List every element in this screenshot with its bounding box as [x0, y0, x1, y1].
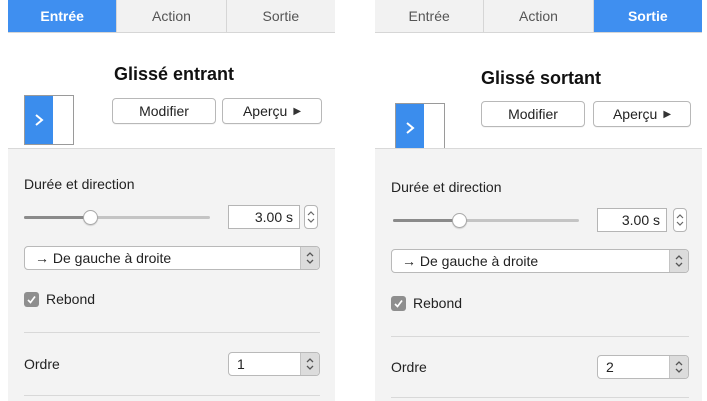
- checkmark-icon: [27, 295, 36, 304]
- direction-select[interactable]: → De gauche à droite: [391, 249, 689, 273]
- slide-effect-icon: [395, 103, 445, 153]
- order-select-value: 2: [606, 359, 614, 375]
- order-select[interactable]: 2: [597, 355, 689, 379]
- preview-button-label: Aperçu: [612, 106, 658, 122]
- modify-button[interactable]: Modifier: [112, 98, 216, 124]
- order-select-value: 1: [237, 356, 245, 372]
- duration-slider-thumb[interactable]: [83, 210, 98, 225]
- duration-field[interactable]: 3.00 s: [597, 208, 667, 232]
- preview-button-label: Aperçu: [242, 103, 288, 119]
- settings-body: Durée et direction 3.00 s → De gauche à …: [8, 148, 335, 401]
- divider: [24, 332, 320, 333]
- direction-select-value: → De gauche à droite: [35, 250, 172, 266]
- order-label: Ordre: [24, 356, 60, 372]
- divider: [24, 395, 320, 396]
- select-arrows-icon: [669, 356, 688, 378]
- effect-title: Glissé sortant: [481, 68, 602, 88]
- direction-select-value: → De gauche à droite: [402, 253, 539, 269]
- tab-sortie[interactable]: Sortie: [593, 0, 702, 32]
- duration-slider-thumb[interactable]: [452, 213, 467, 228]
- bounce-label: Rebond: [413, 295, 463, 311]
- duration-field[interactable]: 3.00 s: [228, 205, 300, 229]
- checkmark-icon: [394, 299, 403, 308]
- tab-sortie[interactable]: Sortie: [227, 0, 335, 32]
- select-arrows-icon: [669, 250, 688, 272]
- bounce-checkbox[interactable]: [24, 292, 39, 307]
- right-inspector-panel: Entrée Action Sortie Glissé sortant Modi…: [375, 0, 702, 401]
- stepper-arrows-icon: [676, 214, 684, 226]
- play-icon: ▶: [663, 108, 672, 120]
- modify-button-label: Modifier: [139, 103, 189, 119]
- duration-stepper[interactable]: [673, 208, 687, 232]
- duration-label: Durée et direction: [391, 179, 502, 195]
- duration-label: Durée et direction: [24, 176, 135, 192]
- bounce-checkbox[interactable]: [391, 296, 406, 311]
- tab-action[interactable]: Action: [117, 0, 227, 32]
- panel-gap: [335, 0, 375, 401]
- animation-tabs: Entrée Action Sortie: [375, 0, 702, 33]
- duration-stepper[interactable]: [304, 205, 318, 229]
- bounce-label: Rebond: [46, 291, 96, 307]
- tab-entree[interactable]: Entrée: [8, 0, 118, 32]
- stepper-arrows-icon: [307, 211, 315, 223]
- duration-slider[interactable]: [393, 219, 579, 222]
- settings-body: Durée et direction 3.00 s → De gauche à …: [375, 148, 702, 401]
- order-label: Ordre: [391, 359, 427, 375]
- divider: [391, 397, 689, 398]
- play-icon: ▶: [293, 105, 302, 117]
- effect-title: Glissé entrant: [114, 64, 235, 84]
- left-inspector-panel: Entrée Action Sortie Glissé entrant Modi…: [8, 0, 335, 401]
- direction-select[interactable]: → De gauche à droite: [24, 246, 320, 270]
- select-arrows-icon: [300, 353, 319, 375]
- divider: [391, 336, 689, 337]
- modify-button[interactable]: Modifier: [481, 101, 585, 127]
- slide-effect-icon: [24, 95, 74, 145]
- order-select[interactable]: 1: [228, 352, 320, 376]
- tab-entree[interactable]: Entrée: [375, 0, 485, 32]
- select-arrows-icon: [300, 247, 319, 269]
- duration-slider[interactable]: [24, 216, 210, 219]
- effect-header: [8, 33, 335, 145]
- tab-action[interactable]: Action: [484, 0, 594, 32]
- animation-tabs: Entrée Action Sortie: [8, 0, 335, 33]
- modify-button-label: Modifier: [508, 106, 558, 122]
- preview-button[interactable]: Aperçu ▶: [593, 101, 691, 127]
- preview-button[interactable]: Aperçu ▶: [222, 98, 322, 124]
